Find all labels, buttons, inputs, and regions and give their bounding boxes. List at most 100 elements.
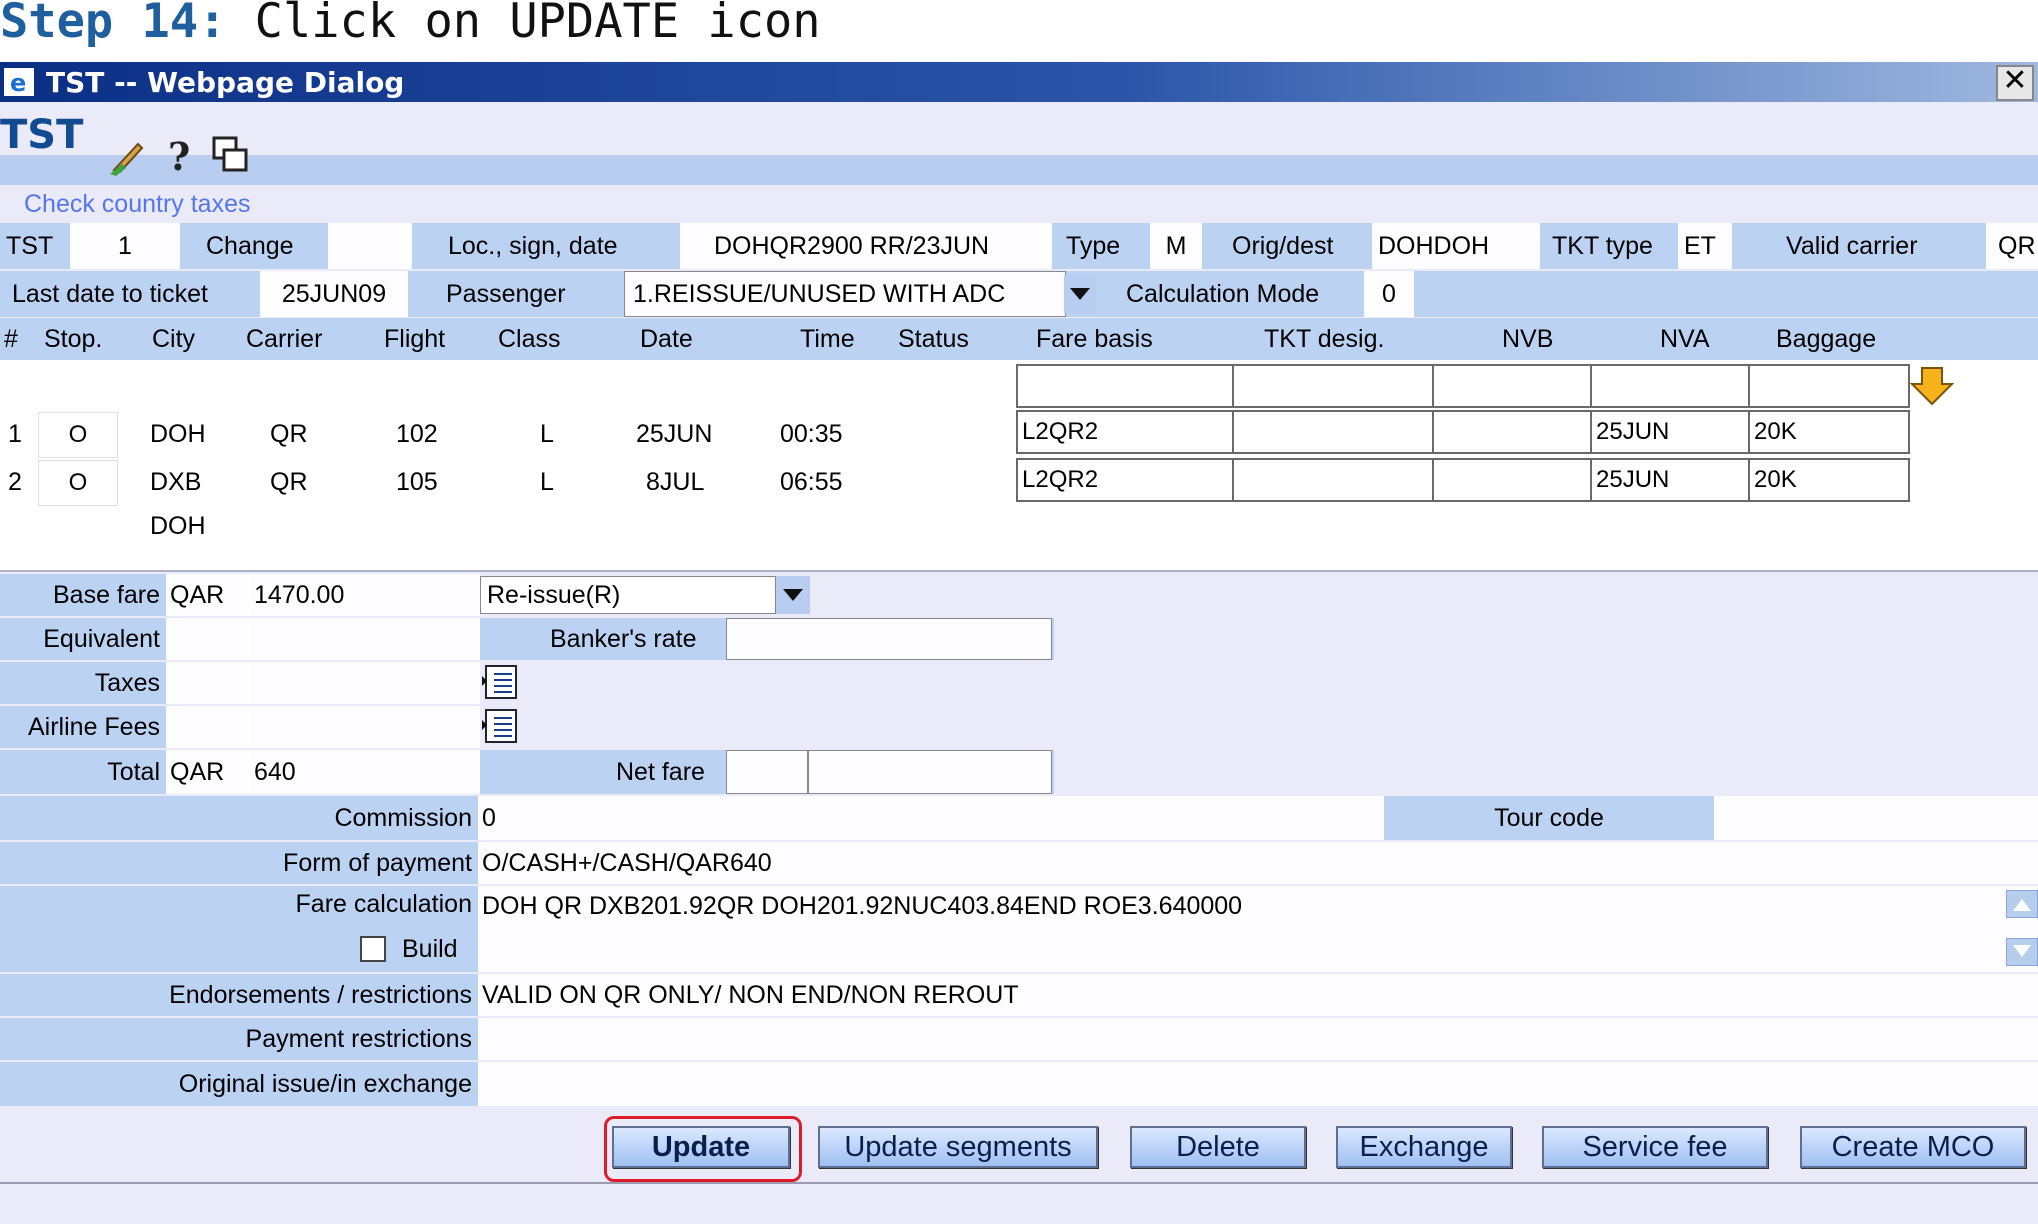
net-fare-label: Net fare bbox=[616, 757, 705, 786]
seg1-fare-basis[interactable]: L2QR2 bbox=[1016, 410, 1234, 454]
loc-label: Loc., sign, date bbox=[448, 231, 618, 260]
ie-icon: e bbox=[4, 68, 34, 97]
seg2-class: L bbox=[540, 468, 554, 496]
tst-info-row: TST 1 Change Loc., sign, date DOHQR2900 … bbox=[0, 223, 2038, 269]
seg1-date: 25JUN bbox=[636, 420, 713, 448]
seg1-num: 1 bbox=[8, 420, 22, 448]
header-fare-basis: Fare basis bbox=[1036, 324, 1153, 353]
copy-icon[interactable] bbox=[210, 134, 252, 176]
scroll-down-icon[interactable] bbox=[2006, 938, 2038, 966]
check-country-taxes-link[interactable]: Check country taxes bbox=[24, 190, 251, 219]
bankers-rate-input[interactable] bbox=[726, 618, 1052, 660]
header-time: Time bbox=[800, 324, 855, 353]
exchange-button[interactable]: Exchange bbox=[1336, 1126, 1512, 1168]
dialog-titlebar: e TST -- Webpage Dialog ✕ bbox=[0, 62, 2038, 102]
scroll-up-icon[interactable] bbox=[2006, 890, 2038, 918]
equivalent-value[interactable] bbox=[248, 618, 480, 660]
airline-fees-label: Airline Fees bbox=[28, 712, 160, 741]
divider bbox=[0, 570, 2038, 572]
seg2-time: 06:55 bbox=[780, 468, 843, 496]
taxes-list-icon[interactable] bbox=[482, 664, 518, 700]
seg2-nva[interactable]: 25JUN bbox=[1590, 458, 1750, 502]
fop-value[interactable]: O/CASH+/CASH/QAR640 bbox=[478, 842, 2038, 884]
toolbar-band bbox=[0, 155, 2038, 185]
seg2-baggage[interactable]: 20K bbox=[1748, 458, 1910, 502]
seg1-class: L bbox=[540, 420, 554, 448]
endorsements-row: Endorsements / restrictions VALID ON QR … bbox=[0, 974, 2038, 1016]
seg2-stop[interactable]: O bbox=[38, 460, 118, 506]
seg1-nva[interactable]: 25JUN bbox=[1590, 410, 1750, 454]
delete-button[interactable]: Delete bbox=[1130, 1126, 1306, 1168]
build-checkbox-group: Build bbox=[360, 930, 476, 968]
payment-restrictions-label: Payment restrictions bbox=[245, 1024, 472, 1053]
reissue-select[interactable]: Re-issue(R) bbox=[480, 576, 776, 614]
ticket-info-row: Last date to ticket 25JUN09 Passenger 1.… bbox=[0, 271, 2038, 317]
valid-carrier-value: QR bbox=[1986, 223, 2038, 269]
seg2-tkt-desig[interactable] bbox=[1232, 458, 1434, 502]
header-status: Status bbox=[898, 324, 969, 353]
broom-icon[interactable] bbox=[108, 134, 150, 176]
header-city: City bbox=[152, 324, 196, 353]
tour-code-label: Tour code bbox=[1494, 803, 1604, 832]
airline-fees-list-icon[interactable] bbox=[482, 708, 518, 744]
seg1-carrier: QR bbox=[270, 420, 308, 448]
total-value[interactable]: 640 bbox=[248, 750, 480, 794]
bankers-rate-label: Banker's rate bbox=[550, 624, 697, 653]
base-fare-value[interactable]: 1470.00 bbox=[248, 574, 480, 616]
seg1-stop[interactable]: O bbox=[38, 412, 118, 458]
farecalc-value[interactable]: DOH QR DXB201.92QR DOH201.92NUC403.84END… bbox=[478, 886, 2038, 972]
tkt-desig-input[interactable] bbox=[1232, 364, 1434, 408]
origdest-label: Orig/dest bbox=[1232, 231, 1334, 260]
fare-calculation-row: Fare calculation DOH QR DXB201.92QR DOH2… bbox=[0, 886, 2038, 972]
type-value: M bbox=[1150, 223, 1202, 269]
farecalc-label: Fare calculation bbox=[295, 889, 472, 918]
build-label: Build bbox=[402, 934, 458, 963]
close-button[interactable]: ✕ bbox=[1996, 65, 2034, 101]
base-fare-label: Base fare bbox=[52, 580, 160, 609]
baggage-input[interactable] bbox=[1748, 364, 1910, 408]
taxes-label: Taxes bbox=[94, 668, 160, 697]
help-icon[interactable]: ? bbox=[160, 134, 202, 176]
update-button[interactable]: Update bbox=[612, 1126, 790, 1168]
update-segments-button[interactable]: Update segments bbox=[818, 1126, 1098, 1168]
commission-label: Commission bbox=[334, 803, 472, 832]
nvb-input[interactable] bbox=[1432, 364, 1592, 408]
calc-mode-value: 0 bbox=[1364, 271, 1414, 317]
airline-fees-value bbox=[248, 706, 480, 748]
seg1-baggage[interactable]: 20K bbox=[1748, 410, 1910, 454]
taxes-value bbox=[248, 662, 480, 704]
last-date-label: Last date to ticket bbox=[12, 279, 208, 308]
original-issue-row: Original issue/in exchange bbox=[0, 1062, 2038, 1106]
build-checkbox[interactable] bbox=[360, 936, 386, 962]
service-fee-button[interactable]: Service fee bbox=[1542, 1126, 1768, 1168]
header-nva: NVA bbox=[1660, 324, 1710, 353]
net-fare-value[interactable] bbox=[808, 750, 1052, 794]
loc-value: DOHQR2900 RR/23JUN bbox=[680, 223, 1052, 269]
down-arrow-icon[interactable] bbox=[1910, 366, 1954, 406]
endorsements-value[interactable]: VALID ON QR ONLY/ NON END/NON REROUT bbox=[478, 974, 2038, 1016]
net-fare-currency[interactable] bbox=[726, 750, 808, 794]
header-baggage: Baggage bbox=[1776, 324, 1877, 353]
fop-label: Form of payment bbox=[283, 848, 472, 877]
commission-value[interactable]: 0 bbox=[478, 796, 1384, 840]
passenger-select[interactable]: 1.REISSUE/UNUSED WITH ADC bbox=[624, 271, 1066, 317]
seg2-fare-basis[interactable]: L2QR2 bbox=[1016, 458, 1234, 502]
payment-restrictions-value[interactable] bbox=[478, 1018, 2038, 1060]
reissue-dropdown-icon[interactable] bbox=[776, 576, 810, 614]
svg-text:e: e bbox=[10, 69, 26, 97]
passenger-dropdown-icon[interactable] bbox=[1064, 275, 1096, 313]
seg1-tkt-desig[interactable] bbox=[1232, 410, 1434, 454]
seg1-nvb[interactable] bbox=[1432, 410, 1592, 454]
svg-text:?: ? bbox=[168, 134, 190, 176]
tkttype-value: ET bbox=[1678, 223, 1732, 269]
seg2-nvb[interactable] bbox=[1432, 458, 1592, 502]
step-number: Step 14: bbox=[0, 0, 227, 49]
nva-input[interactable] bbox=[1590, 364, 1750, 408]
original-issue-value[interactable] bbox=[478, 1062, 2038, 1106]
create-mco-button[interactable]: Create MCO bbox=[1800, 1126, 2026, 1168]
equivalent-currency[interactable] bbox=[166, 618, 248, 660]
tst-label: TST bbox=[6, 231, 54, 260]
net-fare-row: Net fare bbox=[480, 750, 1054, 794]
tour-code-input[interactable] bbox=[1714, 796, 2038, 840]
fare-basis-input[interactable] bbox=[1016, 364, 1234, 408]
